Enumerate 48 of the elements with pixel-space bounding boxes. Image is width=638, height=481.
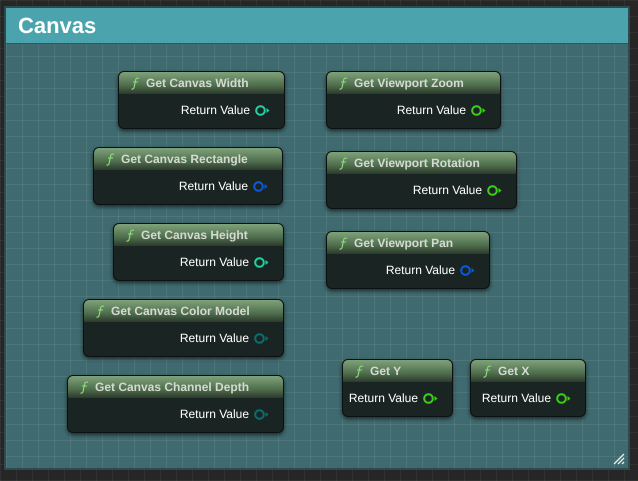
- node-title: Get Canvas Channel Depth: [95, 379, 250, 396]
- output-pin-icon[interactable]: [254, 256, 269, 268]
- function-icon: [339, 76, 348, 90]
- output-label: Return Value: [180, 406, 249, 423]
- function-node[interactable]: Get Canvas Rectangle Return Value: [93, 147, 283, 205]
- function-icon: [483, 364, 492, 378]
- function-node[interactable]: Get Viewport Zoom Return Value: [326, 71, 501, 129]
- function-icon: [131, 76, 140, 90]
- function-icon: [106, 152, 115, 166]
- node-title: Get Viewport Zoom: [354, 75, 464, 92]
- function-icon: [339, 156, 348, 170]
- function-icon: [126, 228, 135, 242]
- output-label: Return Value: [482, 390, 551, 407]
- comment-title: Canvas: [18, 12, 96, 40]
- output-label: Return Value: [412, 182, 482, 199]
- function-icon: [80, 380, 89, 394]
- function-node[interactable]: Get Canvas Color Model Return Value: [83, 299, 284, 357]
- node-title: Get Canvas Color Model: [111, 303, 250, 320]
- function-node[interactable]: Get Viewport Rotation Return Value: [326, 151, 517, 209]
- output-label: Return Value: [348, 390, 418, 407]
- function-node[interactable]: Get Canvas Channel Depth Return Value: [67, 375, 284, 433]
- output-pin-icon[interactable]: [471, 104, 486, 116]
- node-title: Get Canvas Height: [141, 227, 248, 244]
- output-pin-icon[interactable]: [556, 392, 571, 404]
- function-node[interactable]: Get X Return Value: [470, 359, 586, 417]
- node-title: Get Y: [370, 363, 402, 380]
- output-label: Return Value: [178, 178, 248, 195]
- output-label: Return Value: [180, 254, 249, 271]
- function-node[interactable]: Get Canvas Height Return Value: [113, 223, 284, 281]
- resize-grip-icon[interactable]: [613, 453, 625, 465]
- node-title: Get Viewport Rotation: [354, 155, 480, 172]
- output-label: Return Value: [396, 102, 466, 119]
- output-pin-icon[interactable]: [487, 184, 502, 196]
- function-node[interactable]: Get Canvas Width Return Value: [118, 71, 285, 129]
- node-title: Get Viewport Pan: [354, 235, 454, 252]
- function-icon: [355, 364, 364, 378]
- function-node[interactable]: Get Y Return Value: [342, 359, 453, 417]
- node-title: Get X: [498, 363, 530, 380]
- output-label: Return Value: [180, 330, 249, 347]
- function-node[interactable]: Get Viewport Pan Return Value: [326, 231, 490, 289]
- output-label: Return Value: [180, 102, 250, 119]
- output-label: Return Value: [386, 262, 455, 279]
- node-title: Get Canvas Rectangle: [121, 151, 248, 168]
- output-pin-icon[interactable]: [423, 392, 438, 404]
- function-icon: [96, 304, 105, 318]
- node-title: Get Canvas Width: [146, 75, 249, 92]
- output-pin-icon[interactable]: [255, 104, 270, 116]
- function-icon: [339, 236, 348, 250]
